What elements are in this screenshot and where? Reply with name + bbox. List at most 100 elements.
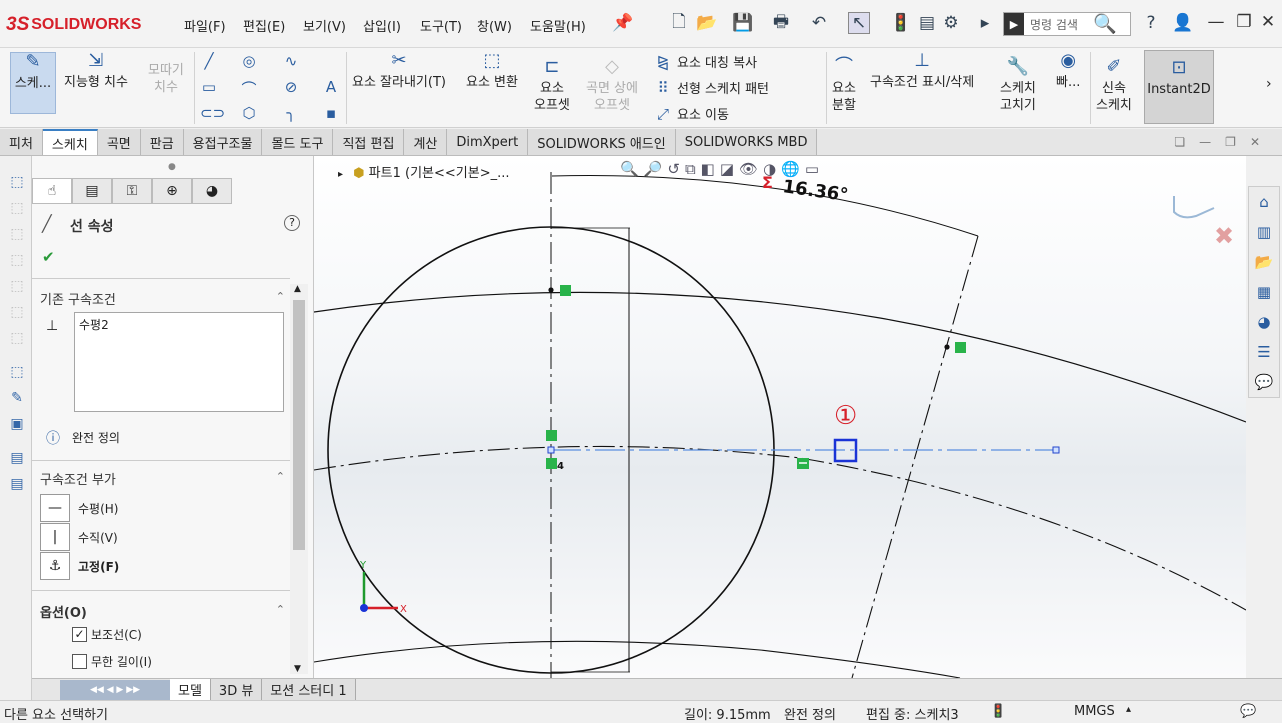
- help-icon[interactable]: ?: [284, 215, 300, 231]
- add-horizontal-relation[interactable]: — 수평(H): [40, 494, 118, 522]
- tab-sketch[interactable]: 스케치: [42, 129, 98, 155]
- select-tool-icon[interactable]: ⬚: [7, 364, 27, 384]
- tab-model[interactable]: 모델: [170, 679, 211, 700]
- spline-tool[interactable]: ∿: [282, 52, 300, 70]
- tab-weldments[interactable]: 용접구조물: [183, 129, 263, 155]
- chamfer-dimension-button[interactable]: 모따기 치수: [148, 62, 184, 96]
- vertical-relation-icon[interactable]: [546, 458, 557, 469]
- close-doc-icon[interactable]: ✕: [1250, 135, 1260, 149]
- add-relations-header[interactable]: 구속조건 부가: [40, 469, 116, 488]
- new-icon[interactable]: 🗋: [668, 12, 690, 34]
- sketch-tool-icon[interactable]: ⬚: [7, 174, 27, 194]
- hide-show-items-icon[interactable]: 👁: [739, 160, 758, 178]
- layer-tool-icon[interactable]: ▤: [7, 450, 27, 470]
- design-library-icon[interactable]: ▥: [1249, 217, 1279, 247]
- text-tool[interactable]: A: [322, 78, 340, 96]
- infinite-length-checkbox[interactable]: 무한 길이(I): [72, 653, 152, 670]
- menu-help[interactable]: 도움말(H): [530, 16, 586, 35]
- coincident-relation-icon[interactable]: [955, 342, 966, 353]
- select-icon[interactable]: ↖: [848, 12, 870, 34]
- convert-entities-button[interactable]: ⬚ 요소 변환: [466, 52, 518, 91]
- scroll-down-icon[interactable]: ▼: [294, 664, 301, 674]
- save-icon[interactable]: 💾: [732, 12, 754, 34]
- edit-appearance-icon[interactable]: ◑: [763, 160, 776, 178]
- display-style-icon[interactable]: ◪: [720, 160, 734, 178]
- tab-dimxpert[interactable]: DimXpert: [447, 129, 529, 155]
- custom-properties-icon[interactable]: ☰: [1249, 337, 1279, 367]
- line-tool[interactable]: ╱: [200, 52, 218, 70]
- sketch-point[interactable]: [548, 287, 554, 293]
- more-icon[interactable]: ▸: [974, 12, 996, 34]
- offset-on-surface-button[interactable]: ◇ 곡면 상에 오프셋: [586, 58, 638, 114]
- move-entities-button[interactable]: ⤢ 요소 이동: [654, 104, 729, 124]
- previous-view-icon[interactable]: ↺: [667, 160, 680, 178]
- file-properties-icon[interactable]: ▤: [916, 12, 938, 34]
- circle-tool[interactable]: ◎: [240, 52, 258, 70]
- smart-dimension-button[interactable]: ⇲ 지능형 치수: [64, 52, 128, 91]
- split-entities-button[interactable]: ⌒ 요소 분할: [832, 58, 856, 114]
- edit-tool-icon[interactable]: ✎: [7, 390, 27, 410]
- tab-mbd[interactable]: SOLIDWORKS MBD: [675, 129, 818, 155]
- solidworks-logo[interactable]: 3S SOLIDWORKS: [6, 12, 141, 38]
- tab-features[interactable]: 피처: [0, 129, 43, 155]
- expand-arrow-icon[interactable]: ▸: [338, 169, 343, 180]
- polygon-tool[interactable]: ⬡: [240, 104, 258, 122]
- line-startpoint[interactable]: [547, 446, 555, 454]
- rectangle-tool[interactable]: ▭: [200, 78, 218, 96]
- tab-mold-tools[interactable]: 몰드 도구: [262, 129, 334, 155]
- open-icon[interactable]: 📂: [696, 12, 718, 34]
- unit-system[interactable]: MMGS: [1074, 704, 1115, 719]
- trim-entities-button[interactable]: ✂ 요소 잘라내기(T): [352, 52, 446, 91]
- tab-addins[interactable]: SOLIDWORKS 애드인: [528, 129, 676, 155]
- user-icon[interactable]: 👤: [1172, 12, 1194, 34]
- tab-surfaces[interactable]: 곡면: [97, 129, 141, 155]
- line-endpoint[interactable]: [1052, 446, 1060, 454]
- feature-tree-tab-icon[interactable]: ▤: [72, 178, 112, 204]
- arc-tool[interactable]: ⌒: [240, 78, 258, 99]
- help-icon[interactable]: ?: [1140, 12, 1162, 34]
- existing-relations-header[interactable]: 기존 구속조건: [40, 289, 116, 308]
- outer-arc[interactable]: [314, 291, 1246, 423]
- menu-file[interactable]: 파일(F): [184, 16, 226, 35]
- tab-3d-view[interactable]: 3D 뷰: [210, 679, 263, 700]
- collapse-icon[interactable]: ⌃: [276, 470, 285, 483]
- list-item[interactable]: 수평2: [79, 316, 109, 333]
- offset-entities-button[interactable]: ⊏ 요소 오프셋: [534, 58, 570, 114]
- centerline-arc[interactable]: [314, 445, 1246, 611]
- tab-motion-study[interactable]: 모션 스터디 1: [262, 679, 356, 700]
- ellipse-tool[interactable]: ⊘: [282, 78, 300, 96]
- add-fix-relation[interactable]: ⚓ 고정(F): [40, 552, 119, 580]
- feature-tree-flyout[interactable]: ▸ ⬢ 파트1 (기본<<기본>_...: [338, 162, 509, 181]
- display-tool-icon[interactable]: ▣: [7, 416, 27, 436]
- display-delete-relations-button[interactable]: ⊥ 구속조건 표시/삭제: [870, 52, 974, 91]
- forum-icon[interactable]: 💬: [1249, 367, 1279, 397]
- pm-scrollbar[interactable]: ▲ ▼: [290, 284, 308, 674]
- section-view-icon[interactable]: ⧉: [685, 160, 696, 178]
- linear-pattern-button[interactable]: ⠿ 선형 스케치 패턴: [654, 78, 770, 98]
- file-explorer-icon[interactable]: 📂: [1249, 247, 1279, 277]
- menu-view[interactable]: 보기(V): [303, 16, 346, 35]
- rebuild-icon[interactable]: 🚦: [890, 12, 912, 34]
- exit-sketch-corner-icon[interactable]: [1173, 196, 1215, 219]
- home-icon[interactable]: ⌂: [1249, 187, 1279, 217]
- menu-window[interactable]: 창(W): [477, 16, 512, 35]
- apply-scene-icon[interactable]: 🌐: [781, 160, 800, 178]
- quick-snaps-button[interactable]: ◉ 빠...: [1056, 52, 1080, 91]
- tab-sheet-metal[interactable]: 판금: [140, 129, 184, 155]
- display-tab-icon[interactable]: ◕: [192, 178, 232, 204]
- for-construction-checkbox[interactable]: ✓ 보조선(C): [72, 626, 142, 643]
- coincident-relation-icon[interactable]: [546, 430, 557, 441]
- unit-dropdown-icon[interactable]: ▴: [1126, 704, 1131, 715]
- dimxpert-tab-icon[interactable]: ⊕: [152, 178, 192, 204]
- minimize-button[interactable]: —: [1202, 8, 1230, 36]
- collapse-icon[interactable]: ⌃: [276, 603, 285, 616]
- view-settings-icon[interactable]: ▭: [805, 160, 819, 178]
- angle-dimension-value[interactable]: 16.36°: [781, 176, 849, 206]
- options-gear-icon[interactable]: ⚙: [940, 12, 962, 34]
- cancel-sketch-corner-icon[interactable]: ✖: [1214, 222, 1234, 250]
- appearances-icon[interactable]: ◕: [1249, 307, 1279, 337]
- mirror-entities-button[interactable]: ⧎ 요소 대칭 복사: [654, 52, 757, 72]
- menu-edit[interactable]: 편집(E): [243, 16, 285, 35]
- tab-evaluate[interactable]: 계산: [404, 129, 448, 155]
- existing-relations-list[interactable]: 수평2: [74, 312, 284, 412]
